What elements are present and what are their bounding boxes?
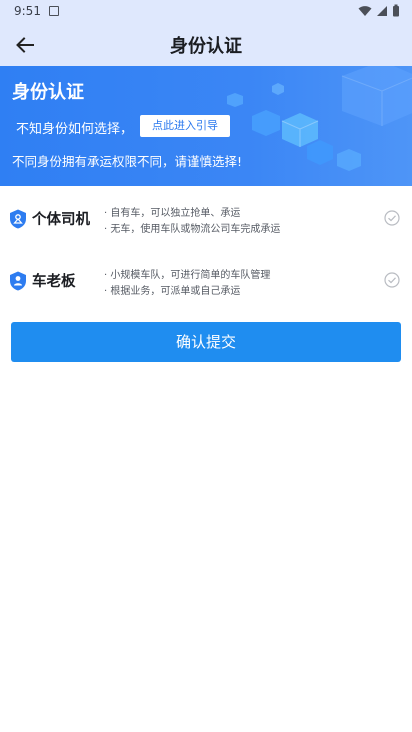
banner-note: 不同身份拥有承运权限不同，请谨慎选择! <box>12 154 243 169</box>
boss-shield-icon <box>10 271 26 291</box>
banner: 身份认证 不知身份如何选择， 点此进入引导 不同身份拥有承运权限不同，请谨慎选择… <box>0 66 412 186</box>
status-icons <box>358 4 400 17</box>
submit-button[interactable]: 确认提交 <box>11 322 401 362</box>
wifi-icon <box>358 5 372 16</box>
banner-question: 不知身份如何选择， <box>16 122 134 137</box>
app-bar: 身份认证 <box>0 24 412 66</box>
identity-auth-page: 9:51 身份认证 身份认证 不知身份如何选择， 点此进入引导 不同身份拥有承运… <box>0 0 412 732</box>
check-circle-icon[interactable] <box>384 272 400 288</box>
role-option-driver[interactable]: 个体司机 · 自有车，可以独立抢单、承运 · 无车，使用车队或物流公司车完成承运 <box>0 202 412 260</box>
battery-icon <box>393 4 399 17</box>
notification-icon <box>49 6 59 16</box>
role-option-boss[interactable]: 车老板 · 小规模车队，可进行简单的车队管理 · 根据业务，可派单或自己承运 <box>0 264 412 322</box>
role-desc-line: · 自有车，可以独立抢单、承运 <box>104 208 241 219</box>
banner-title: 身份认证 <box>12 82 84 103</box>
role-description: · 自有车，可以独立抢单、承运 · 无车，使用车队或物流公司车完成承运 <box>104 206 280 238</box>
status-bar: 9:51 <box>0 0 412 24</box>
driver-shield-icon <box>10 209 26 229</box>
page-title: 身份认证 <box>170 36 242 57</box>
role-desc-line: · 小规模车队，可进行简单的车队管理 <box>104 270 271 281</box>
role-name: 车老板 <box>32 274 76 290</box>
role-desc-line: · 无车，使用车队或物流公司车完成承运 <box>104 224 281 235</box>
status-time: 9:51 <box>14 4 41 18</box>
guide-button[interactable]: 点此进入引导 <box>140 115 230 137</box>
check-circle-icon[interactable] <box>384 210 400 226</box>
role-description: · 小规模车队，可进行简单的车队管理 · 根据业务，可派单或自己承运 <box>104 268 270 300</box>
signal-icon <box>377 5 387 16</box>
role-desc-line: · 根据业务，可派单或自己承运 <box>104 286 241 297</box>
role-name: 个体司机 <box>32 212 90 228</box>
